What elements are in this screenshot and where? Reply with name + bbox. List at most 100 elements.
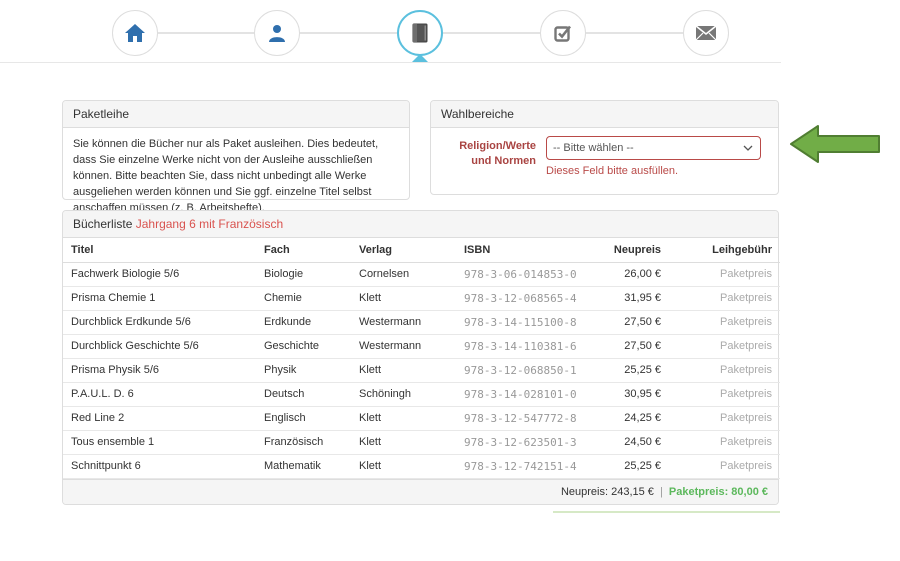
table-row: Fachwerk Biologie 5/6 Biologie Cornelsen… <box>63 262 780 286</box>
table-row: Schnittpunkt 6 Mathematik Klett 978-3-12… <box>63 454 780 478</box>
cell-fach: Deutsch <box>256 382 351 406</box>
religion-field-row: Religion/Werte und Normen -- Bitte wähle… <box>431 128 778 177</box>
cell-neupreis: 27,50 € <box>601 334 669 358</box>
cell-titel: Durchblick Erdkunde 5/6 <box>63 310 256 334</box>
book-icon <box>410 22 430 44</box>
cell-leihgebuehr: Paketpreis <box>669 406 780 430</box>
cell-neupreis: 24,25 € <box>601 406 669 430</box>
total-neupreis-label: Neupreis: <box>561 486 608 498</box>
book-table: Titel Fach Verlag ISBN Neupreis Leihgebü… <box>63 238 780 479</box>
cell-titel: Schnittpunkt 6 <box>63 454 256 478</box>
cell-titel: Prisma Chemie 1 <box>63 286 256 310</box>
cell-isbn: 978-3-12-742151-4 <box>456 454 601 478</box>
religion-validation-message: Dieses Feld bitte ausfüllen. <box>546 165 768 177</box>
cell-verlag: Klett <box>351 454 456 478</box>
person-icon <box>267 23 287 43</box>
cell-neupreis: 24,50 € <box>601 430 669 454</box>
cell-fach: Erdkunde <box>256 310 351 334</box>
cell-verlag: Klett <box>351 286 456 310</box>
step-home[interactable] <box>112 10 158 56</box>
table-header-row: Titel Fach Verlag ISBN Neupreis Leihgebü… <box>63 238 780 262</box>
cell-titel: Prisma Physik 5/6 <box>63 358 256 382</box>
wahlbereiche-title: Wahlbereiche <box>431 101 778 128</box>
cell-verlag: Schöningh <box>351 382 456 406</box>
cell-verlag: Klett <box>351 430 456 454</box>
cell-fach: Geschichte <box>256 334 351 358</box>
buecherliste-title-prefix: Bücherliste <box>73 217 132 231</box>
cell-neupreis: 26,00 € <box>601 262 669 286</box>
cell-neupreis: 27,50 € <box>601 310 669 334</box>
cell-neupreis: 31,95 € <box>601 286 669 310</box>
cell-leihgebuehr: Paketpreis <box>669 382 780 406</box>
book-table-body: Fachwerk Biologie 5/6 Biologie Cornelsen… <box>63 262 780 478</box>
table-row: Prisma Physik 5/6 Physik Klett 978-3-12-… <box>63 358 780 382</box>
table-row: Red Line 2 Englisch Klett 978-3-12-54777… <box>63 406 780 430</box>
step-person[interactable] <box>254 10 300 56</box>
table-row: Tous ensemble 1 Französisch Klett 978-3-… <box>63 430 780 454</box>
header-divider <box>0 62 781 63</box>
totals-separator: | <box>660 486 663 498</box>
cell-fach: Mathematik <box>256 454 351 478</box>
religion-select[interactable]: -- Bitte wählen -- <box>546 136 761 160</box>
column-header-verlag: Verlag <box>351 238 456 262</box>
section-divider-green <box>553 511 780 513</box>
cell-leihgebuehr: Paketpreis <box>669 262 780 286</box>
cell-neupreis: 25,25 € <box>601 358 669 382</box>
step-confirm[interactable] <box>540 10 586 56</box>
cell-verlag: Cornelsen <box>351 262 456 286</box>
cell-isbn: 978-3-14-115100-8 <box>456 310 601 334</box>
step-mail[interactable] <box>683 10 729 56</box>
page: Paketleihe Sie können die Bücher nur als… <box>0 0 900 561</box>
cell-titel: P.A.U.L. D. 6 <box>63 382 256 406</box>
cell-leihgebuehr: Paketpreis <box>669 310 780 334</box>
column-header-fach: Fach <box>256 238 351 262</box>
check-square-icon <box>553 23 573 43</box>
cell-leihgebuehr: Paketpreis <box>669 454 780 478</box>
cell-fach: Englisch <box>256 406 351 430</box>
cell-neupreis: 25,25 € <box>601 454 669 478</box>
cell-titel: Fachwerk Biologie 5/6 <box>63 262 256 286</box>
cell-isbn: 978-3-12-068565-4 <box>456 286 601 310</box>
home-icon <box>124 23 146 43</box>
table-row: Durchblick Erdkunde 5/6 Erdkunde Westerm… <box>63 310 780 334</box>
cell-verlag: Klett <box>351 358 456 382</box>
column-header-neupreis: Neupreis <box>601 238 669 262</box>
cell-verlag: Westermann <box>351 310 456 334</box>
cell-fach: Biologie <box>256 262 351 286</box>
religion-field: -- Bitte wählen -- Dieses Feld bitte aus… <box>546 136 768 177</box>
cell-isbn: 978-3-14-028101-0 <box>456 382 601 406</box>
table-row: P.A.U.L. D. 6 Deutsch Schöningh 978-3-14… <box>63 382 780 406</box>
cell-titel: Red Line 2 <box>63 406 256 430</box>
cell-isbn: 978-3-12-547772-8 <box>456 406 601 430</box>
total-paketpreis: Paketpreis: 80,00 € <box>669 486 768 498</box>
cell-isbn: 978-3-14-110381-6 <box>456 334 601 358</box>
total-neupreis-value: 243,15 € <box>611 486 654 498</box>
religion-field-label: Religion/Werte und Normen <box>441 136 546 177</box>
step-book[interactable] <box>397 10 443 56</box>
cell-fach: Französisch <box>256 430 351 454</box>
column-header-leihgebuehr: Leihgebühr <box>669 238 780 262</box>
table-row: Prisma Chemie 1 Chemie Klett 978-3-12-06… <box>63 286 780 310</box>
cell-verlag: Klett <box>351 406 456 430</box>
active-step-pointer <box>412 54 428 62</box>
panel-paketleihe: Paketleihe Sie können die Bücher nur als… <box>62 100 410 200</box>
cell-leihgebuehr: Paketpreis <box>669 430 780 454</box>
buecherliste-title-highlight: Jahrgang 6 mit Französisch <box>136 217 283 231</box>
panel-wahlbereiche: Wahlbereiche Religion/Werte und Normen -… <box>430 100 779 195</box>
envelope-icon <box>695 25 717 41</box>
cell-neupreis: 30,95 € <box>601 382 669 406</box>
cell-fach: Physik <box>256 358 351 382</box>
cell-verlag: Westermann <box>351 334 456 358</box>
cell-leihgebuehr: Paketpreis <box>669 286 780 310</box>
cell-leihgebuehr: Paketpreis <box>669 334 780 358</box>
cell-titel: Durchblick Geschichte 5/6 <box>63 334 256 358</box>
annotation-arrow-left-icon <box>788 123 882 168</box>
wizard-stepper <box>0 0 900 70</box>
cell-titel: Tous ensemble 1 <box>63 430 256 454</box>
panel-buecherliste: Bücherliste Jahrgang 6 mit Französisch T… <box>62 210 779 505</box>
cell-fach: Chemie <box>256 286 351 310</box>
cell-leihgebuehr: Paketpreis <box>669 358 780 382</box>
totals-footer: Neupreis: 243,15 € | Paketpreis: 80,00 € <box>63 479 778 504</box>
table-row: Durchblick Geschichte 5/6 Geschichte Wes… <box>63 334 780 358</box>
buecherliste-title: Bücherliste Jahrgang 6 mit Französisch <box>63 211 778 238</box>
